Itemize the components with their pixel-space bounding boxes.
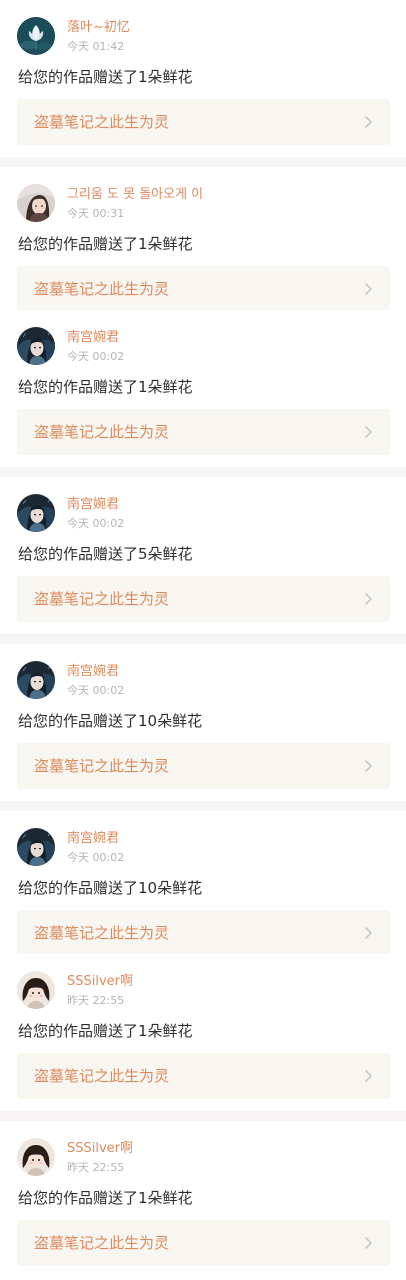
- timestamp: 今天 00:31: [67, 207, 125, 220]
- girl-portrait-avatar-icon[interactable]: [17, 184, 55, 222]
- username[interactable]: SSSilver啊: [67, 974, 133, 990]
- notification-card: 南宫婉君 今天 00:02 给您的作品赠送了10朵鲜花 盗墓笔记之此生为灵: [0, 644, 406, 799]
- work-link[interactable]: 盗墓笔记之此生为灵: [17, 576, 390, 622]
- section-divider: [0, 467, 406, 477]
- work-link[interactable]: 盗墓笔记之此生为灵: [17, 1053, 390, 1099]
- notification-card: SSSilver啊 昨天 22:55 给您的作品赠送了1朵鲜花 盗墓笔记之此生为…: [0, 954, 406, 1109]
- anime-character-avatar-icon[interactable]: [17, 494, 55, 532]
- notification-card: 南宫婉君 今天 00:02 给您的作品赠送了1朵鲜花 盗墓笔记之此生为灵: [0, 310, 406, 465]
- notification-card: 南宫婉君 今天 00:02 给您的作品赠送了5朵鲜花 盗墓笔记之此生为灵: [0, 477, 406, 632]
- username[interactable]: 그리움 도 못 돌아오게 이: [67, 187, 203, 203]
- work-title: 盗墓笔记之此生为灵: [34, 423, 170, 441]
- username[interactable]: 南宫婉君: [67, 497, 119, 513]
- notification-card: SSSilver啊 昨天 22:55 给您的作品赠送了1朵鲜花 盗墓笔记之此生为…: [0, 1121, 406, 1280]
- timestamp: 今天 00:02: [67, 350, 125, 363]
- work-link[interactable]: 盗墓笔记之此生为灵: [17, 743, 390, 789]
- gift-message: 给您的作品赠送了1朵鲜花: [18, 1022, 193, 1040]
- work-link[interactable]: 盗墓笔记之此生为灵: [17, 409, 390, 455]
- gift-message: 给您的作品赠送了1朵鲜花: [18, 235, 193, 253]
- chevron-right-icon: [361, 425, 375, 439]
- section-divider: [0, 157, 406, 167]
- chevron-right-icon: [361, 1069, 375, 1083]
- section-divider: [0, 1111, 406, 1121]
- work-title: 盗墓笔记之此生为灵: [34, 280, 170, 298]
- work-title: 盗墓笔记之此生为灵: [34, 590, 170, 608]
- gift-message: 给您的作品赠送了1朵鲜花: [18, 378, 193, 396]
- timestamp: 昨天 22:55: [67, 994, 125, 1007]
- timestamp: 今天 01:42: [67, 40, 125, 53]
- work-link[interactable]: 盗墓笔记之此生为灵: [17, 1220, 390, 1266]
- username[interactable]: 南宫婉君: [67, 330, 119, 346]
- timestamp: 昨天 22:55: [67, 1161, 125, 1174]
- cartoon-girl-avatar-icon[interactable]: [17, 971, 55, 1009]
- lotus-avatar-icon[interactable]: [17, 17, 55, 55]
- chevron-right-icon: [361, 115, 375, 129]
- work-link[interactable]: 盗墓笔记之此生为灵: [17, 99, 390, 145]
- cartoon-girl-avatar-icon[interactable]: [17, 1138, 55, 1176]
- work-link[interactable]: 盗墓笔记之此生为灵: [17, 910, 390, 956]
- username[interactable]: 南宫婉君: [67, 831, 119, 847]
- chevron-right-icon: [361, 926, 375, 940]
- anime-character-avatar-icon[interactable]: [17, 661, 55, 699]
- gift-message: 给您的作品赠送了1朵鲜花: [18, 68, 193, 86]
- work-title: 盗墓笔记之此生为灵: [34, 1234, 170, 1252]
- anime-character-avatar-icon[interactable]: [17, 327, 55, 365]
- chevron-right-icon: [361, 282, 375, 296]
- work-link[interactable]: 盗墓笔记之此生为灵: [17, 266, 390, 312]
- chevron-right-icon: [361, 759, 375, 773]
- notification-card: 南宫婉君 今天 00:02 给您的作品赠送了10朵鲜花 盗墓笔记之此生为灵: [0, 811, 406, 956]
- work-title: 盗墓笔记之此生为灵: [34, 113, 170, 131]
- timestamp: 今天 00:02: [67, 684, 125, 697]
- chevron-right-icon: [361, 1236, 375, 1250]
- notification-card: 그리움 도 못 돌아오게 이 今天 00:31 给您的作品赠送了1朵鲜花 盗墓笔…: [0, 167, 406, 312]
- username[interactable]: SSSilver啊: [67, 1141, 133, 1157]
- timestamp: 今天 00:02: [67, 851, 125, 864]
- section-divider: [0, 634, 406, 644]
- section-divider: [0, 801, 406, 811]
- anime-character-avatar-icon[interactable]: [17, 828, 55, 866]
- chevron-right-icon: [361, 592, 375, 606]
- gift-message: 给您的作品赠送了10朵鲜花: [18, 712, 203, 730]
- work-title: 盗墓笔记之此生为灵: [34, 1067, 170, 1085]
- timestamp: 今天 00:02: [67, 517, 125, 530]
- gift-message: 给您的作品赠送了5朵鲜花: [18, 545, 193, 563]
- work-title: 盗墓笔记之此生为灵: [34, 924, 170, 942]
- username[interactable]: 落叶~初忆: [67, 20, 130, 36]
- gift-message: 给您的作品赠送了1朵鲜花: [18, 1189, 193, 1207]
- username[interactable]: 南宫婉君: [67, 664, 119, 680]
- notification-feed: 落叶~初忆 今天 01:42 给您的作品赠送了1朵鲜花 盗墓笔记之此生为灵 그리…: [0, 0, 406, 1280]
- work-title: 盗墓笔记之此生为灵: [34, 757, 170, 775]
- gift-message: 给您的作品赠送了10朵鲜花: [18, 879, 203, 897]
- notification-card: 落叶~初忆 今天 01:42 给您的作品赠送了1朵鲜花 盗墓笔记之此生为灵: [0, 0, 406, 155]
